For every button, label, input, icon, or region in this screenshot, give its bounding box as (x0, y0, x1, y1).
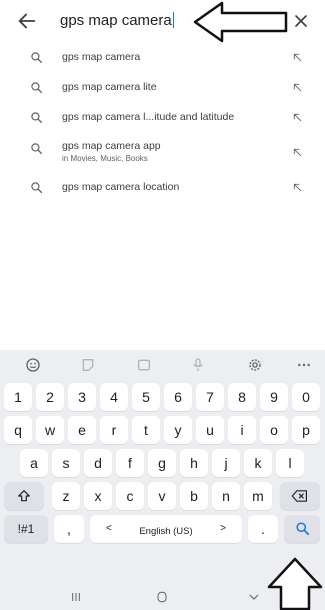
key-8[interactable]: 8 (228, 383, 256, 411)
mic-icon[interactable] (190, 357, 206, 373)
key-v[interactable]: v (148, 482, 176, 510)
backspace-key[interactable] (280, 482, 320, 510)
key-6[interactable]: 6 (164, 383, 192, 411)
key-d[interactable]: d (84, 449, 112, 477)
suggestion-text: gps map camera lite (62, 81, 157, 93)
letter-row-2: a s d f g h j k l (0, 449, 325, 479)
key-5[interactable]: 5 (132, 383, 160, 411)
more-icon[interactable] (296, 357, 312, 373)
search-icon (31, 182, 43, 194)
key-1[interactable]: 1 (4, 383, 32, 411)
shift-icon (18, 490, 30, 502)
key-n[interactable]: n (212, 482, 240, 510)
key-comma[interactable]: , (54, 515, 84, 543)
key-y[interactable]: y (164, 416, 192, 444)
language-next: > (220, 523, 226, 534)
key-k[interactable]: k (244, 449, 272, 477)
search-input-text: gps map camera (60, 12, 172, 29)
suggestion-text: gps map camera (62, 51, 141, 63)
symbols-key[interactable]: !#1 (4, 515, 48, 543)
key-h[interactable]: h (180, 449, 208, 477)
suggestion-list: gps map camera gps map camera lite gps m… (0, 42, 325, 202)
fill-query-arrow-icon[interactable] (292, 182, 303, 193)
settings-icon[interactable] (247, 357, 263, 373)
fill-query-arrow-icon[interactable] (292, 112, 303, 123)
key-2[interactable]: 2 (36, 383, 64, 411)
search-key[interactable] (284, 515, 320, 543)
emoji-icon[interactable] (25, 357, 41, 373)
suggestion-subtext: in Movies, Music, Books (62, 154, 148, 163)
keyboard-bottom-row: !#1 , < English (US) > . (0, 515, 325, 545)
search-icon (31, 112, 43, 124)
fill-query-arrow-icon[interactable] (292, 52, 303, 63)
search-input[interactable]: gps map camera (60, 12, 175, 29)
language-prev: < (106, 523, 112, 534)
suggestion-item[interactable]: gps map camera (0, 42, 325, 72)
key-i[interactable]: i (228, 416, 256, 444)
key-q[interactable]: q (4, 416, 32, 444)
search-icon (295, 522, 309, 535)
annotation-arrow-up-icon (267, 557, 323, 610)
close-icon[interactable] (291, 11, 311, 31)
backspace-icon (291, 490, 308, 502)
keyboard-toolbar (0, 350, 325, 380)
key-3[interactable]: 3 (68, 383, 96, 411)
key-period[interactable]: . (248, 515, 278, 543)
key-g[interactable]: g (148, 449, 176, 477)
key-z[interactable]: z (52, 482, 80, 510)
key-e[interactable]: e (68, 416, 96, 444)
key-a[interactable]: a (20, 449, 48, 477)
letter-row-3: z x c v b n m (0, 482, 325, 512)
recent-apps-icon[interactable] (68, 589, 84, 605)
space-key[interactable]: < English (US) > (90, 515, 242, 543)
suggestion-text: gps map camera location (62, 181, 180, 193)
key-0[interactable]: 0 (292, 383, 320, 411)
text-cursor (172, 12, 175, 28)
sticker-icon[interactable] (80, 357, 96, 373)
key-w[interactable]: w (36, 416, 64, 444)
search-icon (31, 82, 43, 94)
key-9[interactable]: 9 (260, 383, 288, 411)
key-x[interactable]: x (84, 482, 112, 510)
search-icon (31, 143, 43, 155)
suggestion-text: gps map camera app (62, 140, 161, 152)
fill-query-arrow-icon[interactable] (292, 82, 303, 93)
key-l[interactable]: l (276, 449, 304, 477)
key-p[interactable]: p (292, 416, 320, 444)
key-r[interactable]: r (100, 416, 128, 444)
key-j[interactable]: j (212, 449, 240, 477)
search-icon (31, 52, 43, 64)
shift-key[interactable] (4, 482, 44, 510)
chevron-down-icon[interactable] (246, 589, 262, 605)
suggestion-item[interactable]: gps map camera location (0, 172, 325, 202)
home-icon[interactable] (154, 589, 170, 605)
language-label: English (US) (139, 526, 193, 537)
key-u[interactable]: u (196, 416, 224, 444)
key-c[interactable]: c (116, 482, 144, 510)
key-b[interactable]: b (180, 482, 208, 510)
fill-query-arrow-icon[interactable] (292, 147, 303, 158)
key-s[interactable]: s (52, 449, 80, 477)
letter-row-1: q w e r t y u i o p (0, 416, 325, 446)
annotation-arrow-left-icon (193, 1, 288, 43)
suggestion-item[interactable]: gps map camera l...itude and latitude (0, 102, 325, 132)
key-f[interactable]: f (116, 449, 144, 477)
suggestion-text: gps map camera l...itude and latitude (62, 111, 235, 123)
number-row: 1 2 3 4 5 6 7 8 9 0 (0, 383, 325, 413)
suggestion-item[interactable]: gps map camera app in Movies, Music, Boo… (0, 132, 325, 172)
key-o[interactable]: o (260, 416, 288, 444)
gif-icon[interactable] (136, 357, 152, 373)
key-7[interactable]: 7 (196, 383, 224, 411)
key-4[interactable]: 4 (100, 383, 128, 411)
key-m[interactable]: m (244, 482, 272, 510)
key-t[interactable]: t (132, 416, 160, 444)
arrow-back-icon[interactable] (16, 10, 38, 32)
suggestion-item[interactable]: gps map camera lite (0, 72, 325, 102)
